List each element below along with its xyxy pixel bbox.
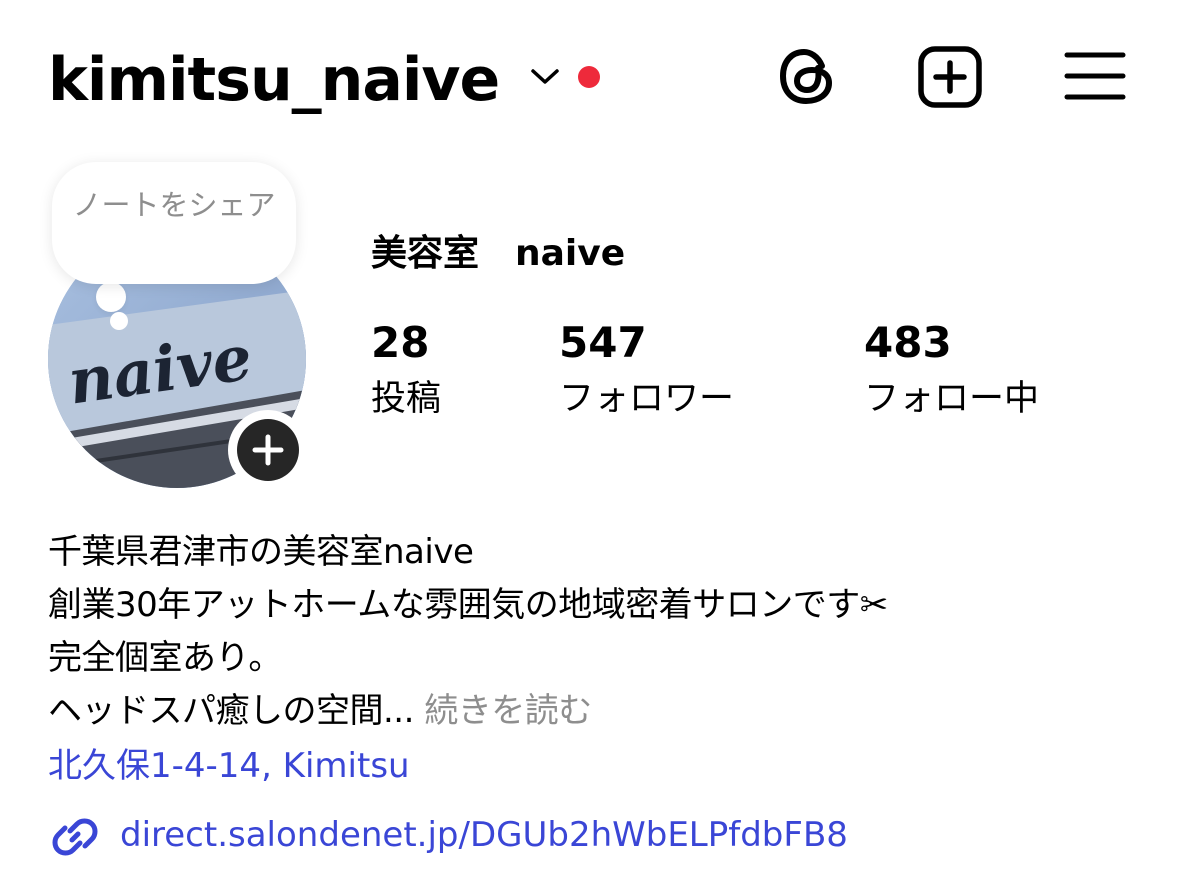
followers-count[interactable]: 547 bbox=[559, 318, 647, 368]
note-bubble-tail bbox=[96, 282, 126, 312]
bio-line: 千葉県君津市の美容室naive bbox=[48, 532, 474, 572]
new-post-icon[interactable] bbox=[916, 44, 984, 110]
notification-dot bbox=[578, 66, 600, 88]
location-link[interactable]: 北久保1-4-14, Kimitsu bbox=[48, 740, 410, 792]
menu-icon[interactable] bbox=[1064, 50, 1126, 102]
username-switcher[interactable]: kimitsu_naive bbox=[48, 40, 500, 120]
read-more-link[interactable]: 続きを読む bbox=[424, 691, 592, 731]
plus-icon bbox=[252, 434, 284, 466]
note-text[interactable]: ノートをシェア bbox=[56, 186, 292, 224]
following-label[interactable]: フォロー中 bbox=[864, 376, 1039, 422]
threads-icon[interactable] bbox=[776, 44, 838, 108]
posts-count[interactable]: 28 bbox=[371, 318, 429, 368]
link-icon bbox=[52, 818, 98, 856]
note-bubble-tail-small bbox=[110, 312, 128, 330]
bio-line-truncated: ヘッドスパ癒しの空間... 続きを読む bbox=[48, 685, 592, 737]
add-story-button[interactable] bbox=[228, 410, 308, 490]
chevron-down-icon[interactable] bbox=[528, 64, 562, 88]
followers-label[interactable]: フォロワー bbox=[559, 376, 734, 422]
following-count[interactable]: 483 bbox=[864, 318, 952, 368]
bio-line-text: ヘッドスパ癒しの空間... bbox=[48, 691, 414, 731]
display-name: 美容室 naive bbox=[371, 233, 626, 274]
external-link[interactable]: direct.salondenet.jp/DGUb2hWbELPfdbFB8 bbox=[120, 806, 848, 864]
bio-line: 完全個室あり。 bbox=[48, 638, 282, 678]
posts-label[interactable]: 投稿 bbox=[371, 376, 441, 422]
bio-line: 創業30年アットホームな雰囲気の地域密着サロンです✂︎ bbox=[48, 585, 888, 625]
